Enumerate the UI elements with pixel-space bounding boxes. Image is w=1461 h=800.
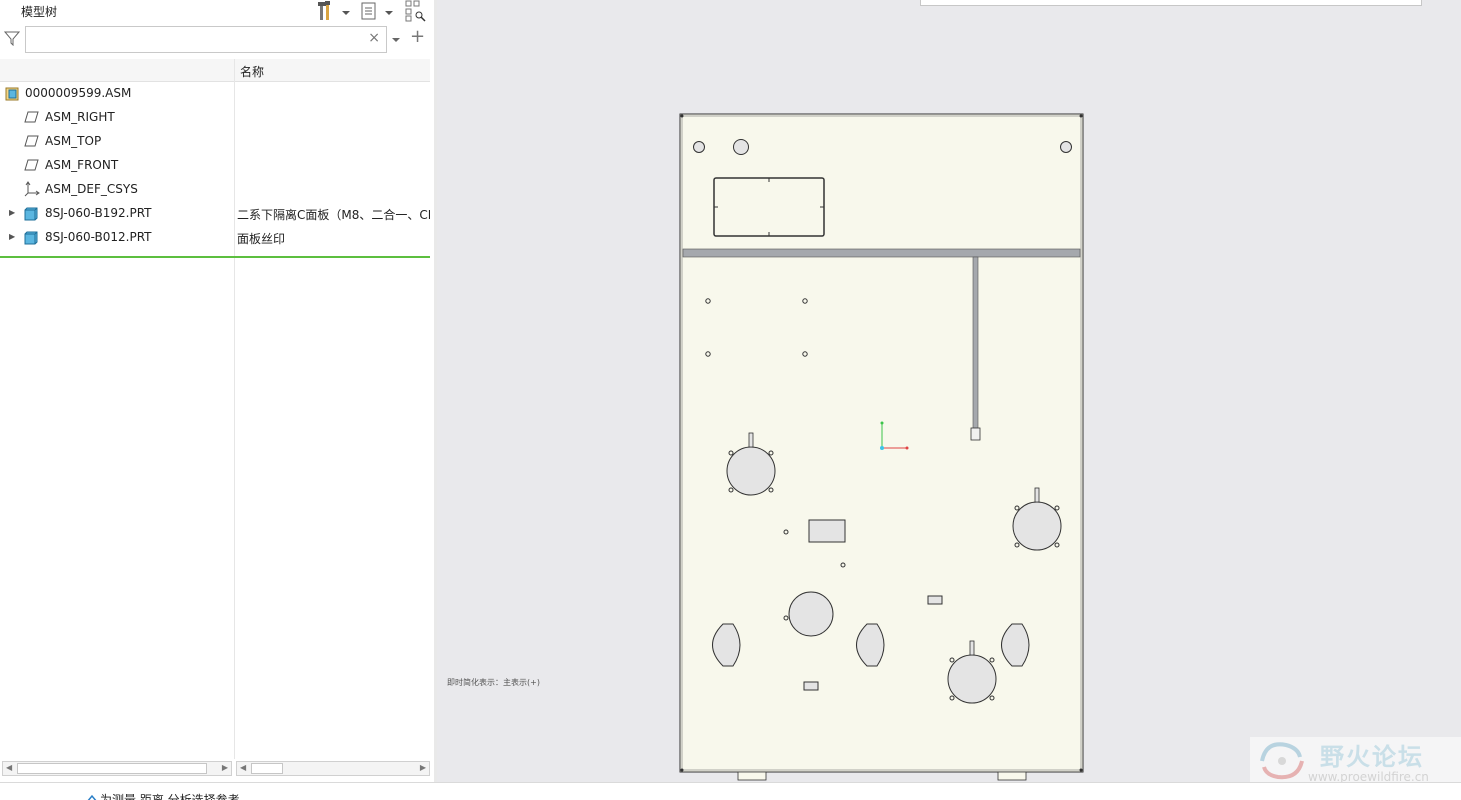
tree-row-label: ASM_RIGHT [45,110,115,124]
filter-icon[interactable] [3,30,21,49]
scrollbar-thumb[interactable] [17,763,207,774]
tree-row-desc: 二系下隔离C面板（M8、二合一、CI [237,208,430,222]
scroll-left-icon[interactable]: ◀ [240,763,246,772]
tree-row-asm-right[interactable]: ASM_RIGHT [0,106,430,130]
graphics-viewport[interactable]: 即时简化表示：主表示(+) 野火论坛 www.proewildfire.cn [437,0,1461,786]
app-window: 模型树 × + 名称 0000009599.ASM ASM_RIGHT ASM_… [0,0,1461,800]
vertical-bar [972,256,979,430]
tree-row-part-b192[interactable]: ▶ 8SJ-060-B192.PRT 二系下隔离C面板（M8、二合一、CI [0,202,430,226]
tree-row-desc: 面板丝印 [237,232,286,246]
switch-hole [1012,501,1062,551]
panel-drawing[interactable] [437,0,1461,782]
status-message: 为测量 距离 分析选择参考 [100,793,240,800]
panel-title: 模型树 [21,5,58,19]
tree-row-asm-top[interactable]: ASM_TOP [0,130,430,154]
switch-hole [726,446,776,496]
datum-plane-icon [24,159,39,174]
tree-row-label: 8SJ-060-B192.PRT [45,206,152,220]
tree-row-label: ASM_FRONT [45,158,119,172]
tree-row-label: 8SJ-060-B012.PRT [45,230,152,244]
logo-swirl-icon [1256,739,1308,786]
mounting-hole [1060,141,1072,153]
add-icon[interactable]: + [410,28,425,46]
show-list-icon[interactable] [360,0,380,25]
part-icon [24,231,39,248]
search-box: × [25,26,387,53]
datum-plane-icon [24,135,39,150]
assembly-icon [5,87,20,104]
scrollbar-thumb[interactable] [251,763,283,774]
column-header-name[interactable]: 名称 [240,63,264,80]
horizontal-scrollbar-right[interactable]: ◀ ▶ [236,761,430,776]
tree-row-label: ASM_DEF_CSYS [45,182,138,196]
message-arrow-icon [86,793,98,800]
tree-row-asm-front[interactable]: ASM_FRONT [0,154,430,178]
tree-row-assembly[interactable]: 0000009599.ASM [0,82,430,106]
tree-column-header: 名称 [0,59,430,82]
search-input[interactable] [30,27,360,51]
tree-row-part-b012[interactable]: ▶ 8SJ-060-B012.PRT 面板丝印 [0,226,430,250]
chevron-down-icon[interactable] [385,6,393,20]
tree-row-asm-def-csys[interactable]: ASM_DEF_CSYS [0,178,430,202]
mounting-hole [693,141,705,153]
switch-hole [947,654,997,704]
model-tree-panel: 模型树 × + 名称 0000009599.ASM ASM_RIGHT ASM_… [0,0,434,782]
settings-tools-icon[interactable] [316,0,336,25]
status-bar: 为测量 距离 分析选择参考 [0,782,1461,800]
tree-filter-icon[interactable] [404,0,428,25]
mounting-hole [733,139,749,155]
chevron-down-icon[interactable] [342,6,350,20]
connector-hole [788,591,834,637]
rect-cutout [808,519,846,543]
forum-watermark: 野火论坛 www.proewildfire.cn [1250,737,1461,786]
scroll-left-icon[interactable]: ◀ [6,763,12,772]
datum-plane-icon [24,111,39,126]
scroll-right-icon[interactable]: ▶ [222,763,228,772]
insert-here-indicator[interactable] [0,256,430,258]
chevron-down-icon[interactable] [392,33,400,47]
clear-icon[interactable]: × [368,30,380,46]
watermark-text: 野火论坛 [1320,743,1424,771]
part-icon [24,207,39,224]
expand-arrow-icon[interactable]: ▶ [9,208,15,217]
csys-icon [24,181,40,200]
horizontal-scrollbar-left[interactable]: ◀ ▶ [2,761,232,776]
tree-row-label: ASM_TOP [45,134,102,148]
tree-row-label: 0000009599.ASM [25,86,132,100]
expand-arrow-icon[interactable]: ▶ [9,232,15,241]
simplified-rep-status: 即时简化表示：主表示(+) [447,678,540,687]
scroll-right-icon[interactable]: ▶ [420,763,426,772]
divider-bar [682,248,1081,258]
